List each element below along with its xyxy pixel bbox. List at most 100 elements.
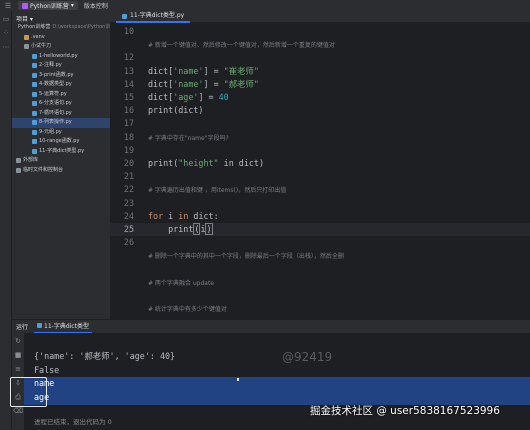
tree-item[interactable]: 2-注释.py: [12, 61, 110, 71]
run-tab[interactable]: 11-字典dict类型: [34, 320, 92, 334]
tree-item-path: D:\workspace\Python训练营: [52, 24, 110, 30]
tree-item-label: 4-数据类型.py: [39, 81, 72, 87]
vcs-menu[interactable]: 版本控制: [84, 1, 108, 10]
code-token: dict[: [148, 92, 174, 102]
editor-tab[interactable]: 11-字典dict类型.py: [116, 11, 191, 23]
tree-item[interactable]: 临时文件和控制台: [12, 166, 110, 176]
code-text: print("height" in dict): [148, 157, 264, 170]
tree-item[interactable]: 1-helloworld.py: [12, 52, 110, 62]
code-line[interactable]: 23: [110, 197, 530, 210]
more-icon[interactable]: ⋯: [2, 43, 10, 51]
code-text: print(dict): [148, 104, 203, 117]
code-text: dict['age'] = 40: [148, 91, 229, 104]
code-line[interactable]: 22 # 字典遍历出值和键 ，用items()，然后只打印出值: [110, 183, 530, 196]
python-file-icon: [32, 139, 37, 145]
tree-item[interactable]: .venv: [12, 33, 110, 43]
code-token: for: [148, 210, 164, 221]
selection-highlight-row: [24, 377, 530, 391]
current-code-line[interactable]: 25 print(i): [110, 223, 530, 236]
code-line[interactable]: 17: [110, 117, 530, 130]
code-line[interactable]: # 两个字典融合 update: [110, 276, 530, 289]
tree-item[interactable]: 7-循环语句.py: [12, 109, 110, 119]
title-bar: ☰ Python训练营 ▾ 版本控制: [0, 0, 530, 11]
python-file-icon: [32, 120, 37, 126]
code-line[interactable]: 18 # 字典中存在"name"字段吗?: [110, 131, 530, 144]
tree-item-label: 1-helloworld.py: [39, 52, 78, 59]
left-tool-strip: ▭ ⁘ ⋯: [0, 11, 12, 430]
tree-item[interactable]: 外部库: [12, 156, 110, 166]
folder-icon: [24, 44, 29, 50]
console-output-line: False: [34, 365, 60, 375]
tree-item[interactable]: 5-运算符.py: [12, 90, 110, 100]
code-line[interactable]: 12: [110, 51, 530, 64]
python-file-icon: [32, 53, 37, 59]
project-panel-header[interactable]: 项目 ▾: [12, 11, 110, 23]
tree-item-label: Python训练营: [18, 24, 51, 30]
folder-icon: [16, 158, 21, 164]
code-token: dict[: [148, 65, 174, 76]
tree-item-label: 小试牛刀: [31, 43, 52, 49]
code-editor[interactable]: 10 # 新增一个键值对、然后修改一个键值对，然后新增一个重复的键值对 12 13 di…: [110, 24, 530, 319]
tree-item[interactable]: Python训练营D:\workspace\Python训练营: [12, 23, 110, 33]
code-token: i: [163, 210, 179, 221]
code-line[interactable]: 24 for i in dict:: [110, 210, 530, 223]
tree-item-label: 11-字典dict类型.py: [39, 147, 85, 154]
tree-item[interactable]: 3-print函数.py: [12, 71, 110, 81]
code-line[interactable]: 16 print(dict): [110, 104, 530, 117]
code-line[interactable]: 19: [110, 144, 530, 157]
code-token: # 统计字典中有多少个键值对: [148, 306, 227, 314]
tree-item[interactable]: 4-数据类型.py: [12, 80, 110, 90]
code-line[interactable]: # 删除一个字典中的其中一个字段，删除最后一个字段（出栈），然后全删: [110, 249, 530, 262]
rerun-icon[interactable]: ↻: [14, 337, 22, 345]
code-token: 'age': [173, 92, 199, 102]
line-number: 19: [123, 144, 134, 155]
tree-item[interactable]: 11-字典dict类型.py: [12, 147, 110, 157]
tree-item[interactable]: 10-range函数.py: [12, 137, 110, 147]
tree-item[interactable]: 9-元组.py: [12, 128, 110, 138]
code-line[interactable]: # 新增一个键值对、然后修改一个键值对，然后新增一个重复的键值对: [110, 38, 530, 51]
code-line[interactable]: 26: [110, 236, 530, 249]
folder-icon[interactable]: ▭: [2, 15, 10, 23]
tree-item[interactable]: 8-列表操作.py: [12, 118, 110, 128]
hamburger-icon[interactable]: ☰: [4, 2, 12, 10]
trash-icon[interactable]: ⌫: [13, 407, 23, 415]
python-file-icon: [32, 101, 37, 107]
project-switcher[interactable]: Python训练营 ▾: [18, 1, 78, 10]
line-number: 23: [123, 197, 134, 208]
stop-icon[interactable]: ■: [14, 351, 22, 359]
code-line[interactable]: [110, 289, 530, 302]
code-line[interactable]: # 统计字典中有多少个键值对: [110, 302, 530, 315]
footer-watermark: 掘金技术社区 @ user5838167523996: [310, 405, 500, 417]
tree-item-label: 外部库: [23, 157, 39, 163]
code-line[interactable]: 10: [110, 25, 530, 38]
folder-icon: [24, 34, 29, 40]
code-line[interactable]: 13 dict['name'] = "崔老师": [110, 65, 530, 78]
code-line[interactable]: 21: [110, 170, 530, 183]
soft-wrap-icon[interactable]: ≡: [14, 365, 22, 373]
python-file-icon: [122, 13, 127, 19]
tree-item[interactable]: 小试牛刀: [12, 42, 110, 52]
code-text: # 字典遍历出值和键 ，用items()，然后只打印出值: [148, 183, 286, 197]
code-line[interactable]: 14 dict['name'] = "郝老师": [110, 78, 530, 91]
console-output-line: {'name': '郝老师', 'age': 40}: [34, 351, 176, 361]
tree-item-label: 6-分支语句.py: [39, 100, 72, 106]
folder-icon: [16, 167, 21, 173]
project-badge-icon: [22, 2, 28, 9]
tree-item-label: .venv: [31, 33, 45, 40]
tree-item-label: 2-注释.py: [39, 62, 62, 68]
code-token: ] =: [203, 65, 224, 76]
mouse-cursor: [237, 378, 239, 381]
code-token: "郝老师": [223, 78, 259, 89]
line-number: 22: [123, 184, 134, 195]
line-number: 21: [123, 171, 134, 182]
line-number: 13: [123, 65, 134, 76]
code-token: ] =: [203, 78, 224, 89]
line-number: 26: [123, 237, 134, 248]
code-line[interactable]: [110, 263, 530, 276]
plugins-icon[interactable]: ⁘: [2, 29, 10, 37]
python-file-icon: [32, 63, 37, 69]
code-line[interactable]: 20 print("height" in dict): [110, 157, 530, 170]
tree-item[interactable]: 6-分支语句.py: [12, 99, 110, 109]
code-line[interactable]: 15 dict['age'] = 40: [110, 91, 530, 104]
selection-annotation-box: [10, 377, 47, 407]
